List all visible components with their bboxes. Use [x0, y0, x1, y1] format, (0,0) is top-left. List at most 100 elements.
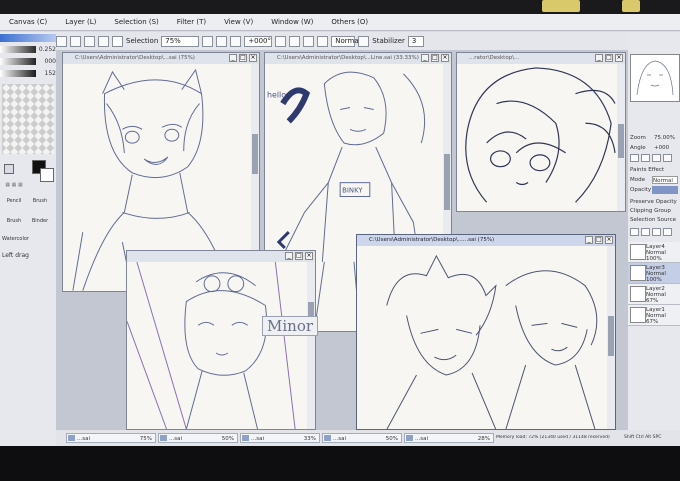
nav-zoom-in-icon[interactable] — [641, 154, 650, 162]
clipping-group-checkbox[interactable]: Clipping Group — [630, 207, 680, 215]
delete-layer-icon[interactable] — [663, 228, 672, 236]
layer-item[interactable]: Layer4 Normal 100% — [628, 242, 680, 263]
sketch-girl-goggles — [127, 262, 296, 429]
brush-hint: Left drag — [2, 252, 29, 259]
minimize-icon[interactable]: _ — [585, 236, 593, 244]
window-title-5[interactable]: C:\Users\Administrator\Desktop\......sai… — [357, 235, 615, 246]
close-icon[interactable]: × — [441, 54, 449, 62]
tool-watercolor[interactable]: Watercolor — [2, 236, 29, 242]
preserve-opacity-checkbox[interactable]: Preserve Opacity — [630, 198, 680, 206]
zoom-out-icon[interactable] — [202, 35, 214, 47]
canvas-window-3[interactable]: ...rator\Desktop\... _ □ × — [456, 52, 626, 212]
maximize-icon[interactable]: □ — [431, 54, 439, 62]
mode-select[interactable]: Normal — [652, 176, 678, 184]
angle-readout[interactable]: +000 — [654, 144, 678, 152]
memory-status: Memory load: 72% (21340 used / 31148 res… — [496, 435, 610, 440]
tab-name: ...sai — [77, 436, 91, 442]
layer-thumbnail — [630, 307, 646, 323]
canvas-tab[interactable]: ...sai 28% — [404, 433, 494, 443]
opacity-slider[interactable] — [652, 186, 678, 194]
tool-brush[interactable]: Brush — [28, 198, 52, 204]
maximize-icon[interactable]: □ — [595, 236, 603, 244]
menu-selection[interactable]: Selection (S) — [105, 18, 167, 26]
bezel-stickers — [540, 0, 680, 14]
star-sticker-icon — [542, 0, 580, 12]
selection-source-checkbox[interactable]: Selection Source — [630, 216, 680, 224]
close-icon[interactable]: × — [249, 54, 257, 62]
layer-opacity: 100% — [646, 277, 662, 283]
new-layer-icon[interactable] — [630, 228, 639, 236]
color-wheel-bar[interactable] — [0, 34, 56, 42]
tool-brush-2[interactable]: Brush — [2, 218, 26, 224]
menu-canvas[interactable]: Canvas (C) — [0, 18, 56, 26]
rotate-right-icon[interactable] — [289, 35, 301, 47]
angle-field[interactable]: +000° — [244, 35, 273, 47]
deselect-icon[interactable] — [98, 35, 109, 47]
canvas-window-4[interactable]: _ □ × — [126, 250, 316, 430]
selection-label: Selection — [126, 37, 159, 45]
layer-item[interactable]: Layer2 Normal 67% — [628, 284, 680, 305]
open-icon[interactable] — [70, 35, 81, 47]
canvas-tab[interactable]: ...sai 50% — [322, 433, 402, 443]
tab-name: ...sai — [169, 436, 183, 442]
canvas-tab[interactable]: ...sai 50% — [158, 433, 238, 443]
scratchpad[interactable] — [2, 84, 54, 154]
tool-binder[interactable]: Binder — [28, 218, 52, 224]
new-canvas-icon[interactable] — [56, 35, 67, 47]
maximize-icon[interactable]: □ — [605, 54, 613, 62]
close-icon[interactable]: × — [305, 252, 313, 260]
close-icon[interactable]: × — [605, 236, 613, 244]
canvas-tab[interactable]: ...sai 75% — [66, 433, 156, 443]
merge-layer-icon[interactable] — [652, 228, 661, 236]
new-folder-icon[interactable] — [641, 228, 650, 236]
menu-window[interactable]: Window (W) — [262, 18, 322, 26]
secondary-color-swatch[interactable] — [40, 168, 54, 182]
hue-slider[interactable] — [0, 46, 36, 53]
value-slider[interactable] — [0, 70, 36, 77]
nav-zoom-out-icon[interactable] — [630, 154, 639, 162]
transparent-color-icon[interactable] — [4, 164, 14, 174]
close-icon[interactable]: × — [615, 54, 623, 62]
sketch-two-boys — [386, 254, 598, 429]
select-all-icon[interactable] — [84, 35, 95, 47]
menu-filter[interactable]: Filter (T) — [168, 18, 215, 26]
maximize-icon[interactable]: □ — [295, 252, 303, 260]
rotate-left-icon[interactable] — [275, 35, 287, 47]
nav-reset-icon[interactable] — [663, 154, 672, 162]
window-scrollbar-3[interactable] — [617, 64, 625, 211]
menu-bar: Canvas (C) Layer (L) Selection (S) Filte… — [0, 14, 680, 31]
zoom-in-icon[interactable] — [216, 35, 228, 47]
layer-thumbnail — [630, 265, 646, 281]
menu-view[interactable]: View (V) — [215, 18, 262, 26]
saturation-slider[interactable] — [0, 58, 36, 65]
zoom-field[interactable]: 75% — [161, 35, 200, 47]
blend-mode-select[interactable]: Normal — [331, 35, 361, 47]
menu-others[interactable]: Others (O) — [322, 18, 377, 26]
rotate-reset-icon[interactable] — [303, 35, 315, 47]
zoom-readout[interactable]: 75.00% — [654, 134, 678, 142]
tool-pencil[interactable]: Pencil — [2, 198, 26, 204]
window-scrollbar-4[interactable] — [307, 262, 315, 429]
nav-rotate-icon[interactable] — [652, 154, 661, 162]
zoom-reset-icon[interactable] — [230, 35, 242, 47]
stabilizer-select[interactable]: 3 — [407, 35, 424, 47]
minimize-icon[interactable]: _ — [229, 54, 237, 62]
canvas-window-5[interactable]: C:\Users\Administrator\Desktop\......sai… — [356, 234, 616, 430]
minimize-icon[interactable]: _ — [421, 54, 429, 62]
minimize-icon[interactable]: _ — [285, 252, 293, 260]
slider-value-2: 000 — [44, 58, 56, 65]
flip-icon[interactable] — [317, 35, 329, 47]
blend-dropdown-icon[interactable] — [358, 35, 370, 47]
layer-item[interactable]: Layer1 Normal 67% — [628, 305, 680, 326]
selection-checkbox[interactable] — [112, 35, 123, 47]
menu-layer[interactable]: Layer (L) — [56, 18, 105, 26]
navigator-preview[interactable] — [630, 54, 680, 102]
canvas-area[interactable]: C:\Users\Administrator\Desktop\...sai (7… — [56, 50, 628, 430]
maximize-icon[interactable]: □ — [239, 54, 247, 62]
canvas-tab[interactable]: ...sai 33% — [240, 433, 320, 443]
window-scrollbar-5[interactable] — [607, 246, 615, 429]
tab-zoom: 50% — [385, 436, 398, 442]
star-sticker-icon — [622, 0, 640, 12]
minimize-icon[interactable]: _ — [595, 54, 603, 62]
layer-item-selected[interactable]: Layer3 Normal 100% — [628, 263, 680, 284]
